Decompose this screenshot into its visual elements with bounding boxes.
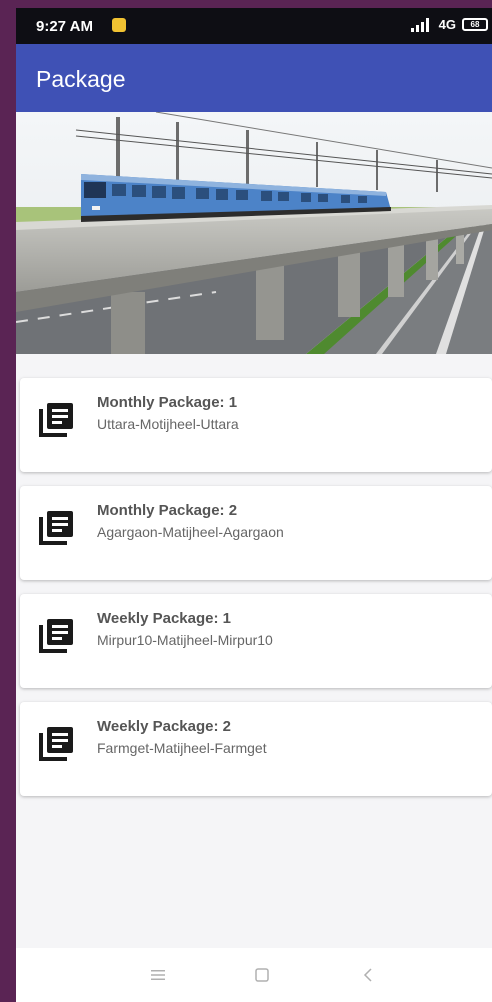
package-card-weekly-2[interactable]: Weekly Package: 2 Farmget-Matijheel-Farm…	[20, 702, 492, 796]
package-card-weekly-1[interactable]: Weekly Package: 1 Mirpur10-Matijheel-Mir…	[20, 594, 492, 688]
package-route: Agargaon-Matijheel-Agargaon	[97, 524, 284, 540]
package-route: Mirpur10-Matijheel-Mirpur10	[97, 632, 273, 648]
package-title: Weekly Package: 1	[97, 610, 231, 627]
package-title: Monthly Package: 1	[97, 394, 238, 411]
package-card-monthly-1[interactable]: Monthly Package: 1 Uttara-Motijheel-Utta…	[20, 378, 492, 472]
library-books-icon	[39, 403, 73, 437]
package-title: Weekly Package: 2	[97, 718, 231, 735]
package-route: Uttara-Motijheel-Uttara	[97, 416, 239, 432]
battery-level: 68	[470, 20, 480, 29]
package-route: Farmget-Matijheel-Farmget	[97, 740, 267, 756]
app-bar: Package	[16, 44, 492, 112]
phone-screen: 9:27 AM 4G 68 Package Monthly Package: 1…	[16, 8, 492, 1002]
system-nav-bar	[16, 948, 492, 1002]
menu-icon[interactable]	[142, 960, 174, 990]
status-indicators: 4G 68	[410, 17, 488, 32]
package-list: Monthly Package: 1 Uttara-Motijheel-Utta…	[20, 378, 492, 810]
package-title: Monthly Package: 2	[97, 502, 238, 519]
status-bar: 9:27 AM 4G 68	[16, 8, 492, 44]
library-books-icon	[39, 511, 73, 545]
notification-icon	[112, 18, 126, 32]
library-books-icon	[39, 727, 73, 761]
page-title: Package	[36, 66, 126, 92]
library-books-icon	[39, 619, 73, 653]
chevron-left-icon[interactable]	[352, 960, 384, 990]
signal-icon	[410, 17, 433, 32]
network-type: 4G	[438, 17, 456, 32]
screen-frame: 9:27 AM 4G 68 Package Monthly Package: 1…	[0, 0, 492, 1002]
package-card-monthly-2[interactable]: Monthly Package: 2 Agargaon-Matijheel-Ag…	[20, 486, 492, 580]
battery-icon: 68	[462, 18, 488, 31]
status-time: 9:27 AM	[36, 18, 93, 35]
square-home-icon[interactable]	[246, 960, 278, 990]
metro-banner-image	[16, 112, 492, 354]
